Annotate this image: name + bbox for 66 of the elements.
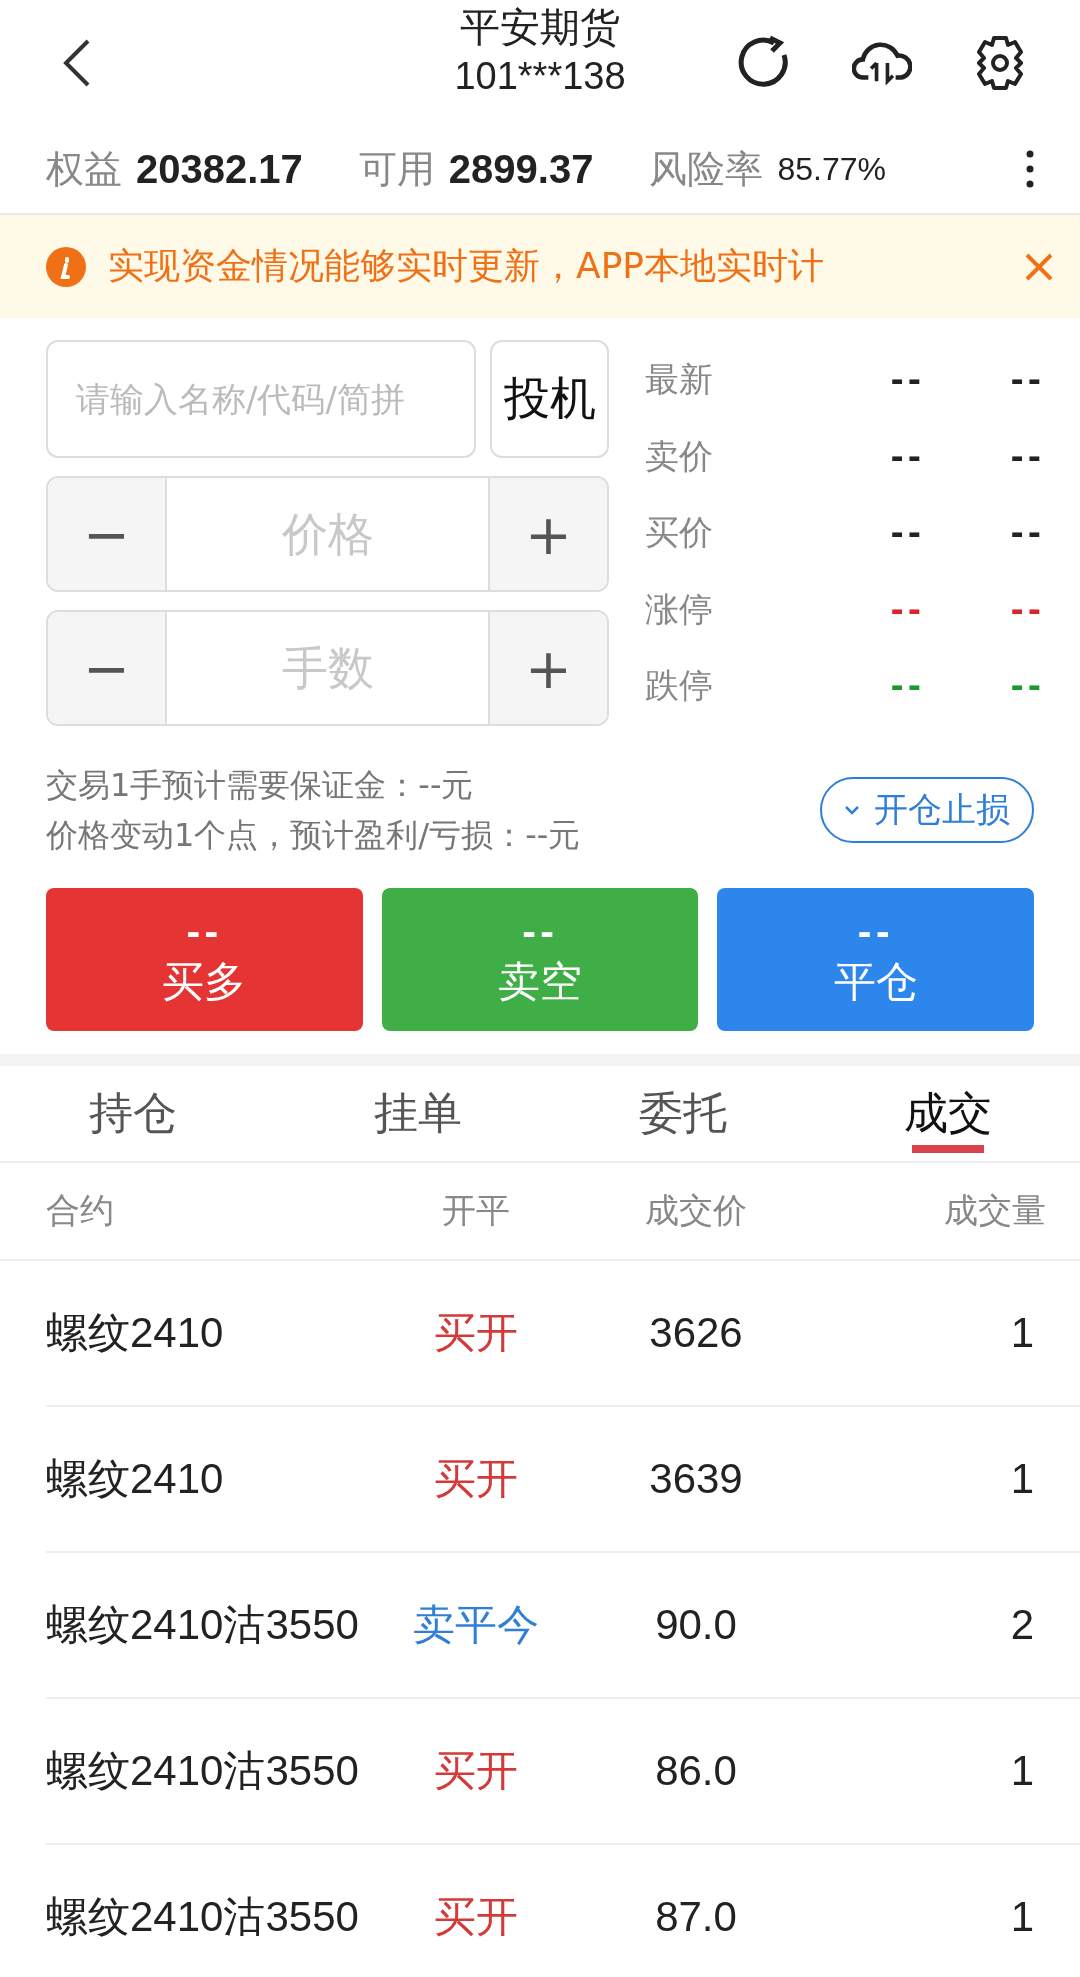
quote-value: --: [889, 590, 925, 629]
table-cell-text: 1: [1009, 1455, 1034, 1503]
column-header: 开平: [441, 1189, 511, 1232]
window-title: 平安期货: [460, 3, 620, 52]
quote-label: 跌停: [645, 664, 714, 707]
table-cell-text: 2: [1009, 1601, 1034, 1649]
minus-button[interactable]: −: [48, 478, 165, 590]
table-cell-text: 螺纹2410沽3550: [46, 1746, 360, 1796]
quote-value: --: [1009, 667, 1045, 705]
quote-label: 买价: [645, 511, 714, 554]
summary-value: 2899.37: [448, 146, 594, 192]
table-cell-text: 买开: [433, 1308, 519, 1358]
quote-label: 最新: [645, 358, 714, 401]
table-cell-text: 86.0: [654, 1747, 738, 1795]
table-cell-text: 买开: [433, 1454, 519, 1504]
quote-value: --: [889, 667, 925, 705]
table-cell-text: 1: [1009, 1309, 1034, 1357]
table-cell-text: 螺纹2410: [46, 1308, 225, 1358]
account-number: 101***138: [454, 54, 626, 99]
quote-value: --: [1009, 590, 1045, 629]
search-field[interactable]: 请输入名称/代码/简拼: [46, 340, 476, 458]
notice-text: 实现资金情况能够实时更新，APP本地实时计: [108, 244, 825, 288]
quote-value: --: [889, 361, 925, 399]
chevron-down-icon: [844, 805, 860, 815]
trade-button[interactable]: -- 平仓: [717, 888, 1034, 1031]
summary-value: 20382.17: [136, 146, 303, 192]
quote-label: 卖价: [645, 434, 714, 478]
table-cell-text: 3626: [648, 1309, 744, 1357]
quote-value: --: [889, 514, 925, 552]
more-icon[interactable]: [1026, 149, 1034, 189]
table-cell-text: 螺纹2410: [46, 1454, 225, 1504]
table-cell-text: 90.0: [654, 1601, 738, 1649]
table-cell-text: 卖平今: [412, 1600, 540, 1650]
quote-label: 涨停: [645, 587, 714, 631]
quote-value: --: [1009, 361, 1045, 399]
column-header: 成交价: [644, 1189, 748, 1232]
table-cell-text: 1: [1009, 1747, 1034, 1795]
column-header: 合约: [46, 1189, 115, 1232]
summary-label: 风险率: [649, 145, 764, 193]
summary-label: 权益: [46, 145, 122, 193]
plus-button[interactable]: +: [490, 612, 607, 724]
tab[interactable]: 委托: [550, 1066, 815, 1161]
quote-value: --: [1009, 437, 1045, 476]
close-icon[interactable]: [1024, 251, 1054, 282]
tab[interactable]: 挂单: [285, 1066, 550, 1161]
table-cell-text: 螺纹2410沽3550: [46, 1892, 360, 1942]
summary-value: 85.77%: [777, 150, 886, 188]
column-header: 成交量: [943, 1189, 1046, 1232]
table-cell-text: 1: [1009, 1893, 1034, 1941]
hedge-button[interactable]: 投机: [490, 340, 609, 458]
quote-value: --: [1009, 514, 1045, 552]
table-cell-text: 3639: [648, 1455, 744, 1503]
minus-button[interactable]: −: [48, 612, 165, 724]
table-cell-text: 87.0: [654, 1893, 738, 1941]
summary-label: 可用: [358, 145, 435, 193]
pnl-note: 价格变动1个点，预计盈利/亏损：--元: [46, 815, 581, 856]
table-cell-text: 买开: [433, 1746, 519, 1796]
stop-loss-button[interactable]: 开仓止损: [820, 777, 1034, 843]
table-cell-text: 买开: [433, 1892, 519, 1942]
trade-button[interactable]: -- 买多: [46, 888, 363, 1031]
margin-note: 交易1手预计需要保证金：--元: [46, 765, 475, 806]
tab[interactable]: 持仓: [0, 1066, 285, 1161]
plus-button[interactable]: +: [490, 478, 607, 590]
info-icon: [46, 246, 86, 287]
quote-value: --: [889, 437, 925, 476]
table-cell-text: 螺纹2410沽3550: [46, 1600, 360, 1650]
